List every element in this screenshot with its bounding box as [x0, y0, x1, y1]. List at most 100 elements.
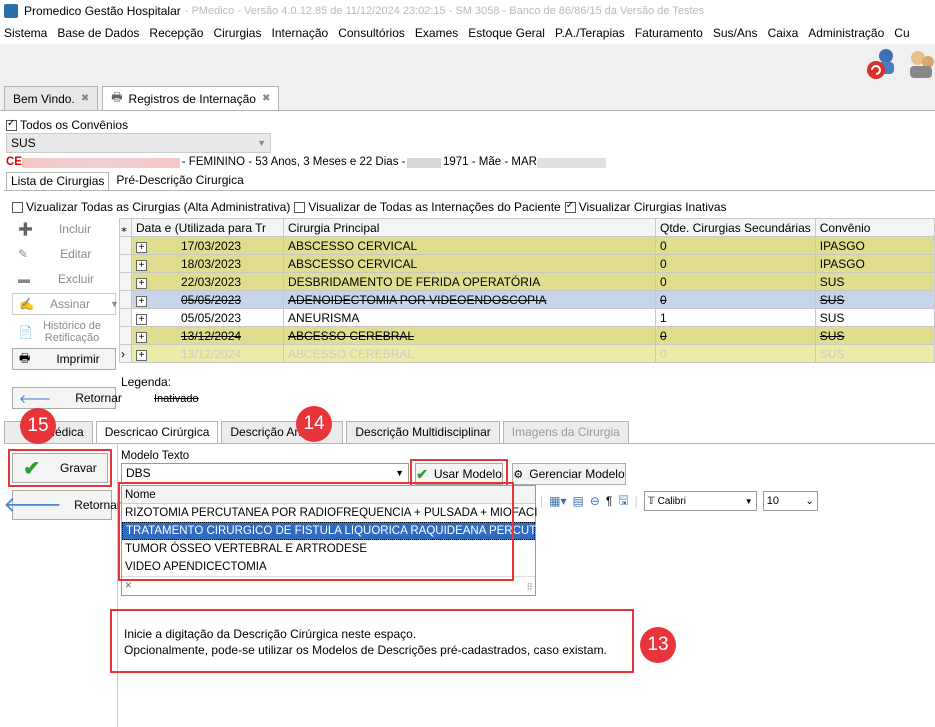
cell-qtde: 0 — [655, 236, 816, 255]
convenio-select[interactable]: SUS ▼ — [6, 133, 271, 153]
col-cirurgia[interactable]: Cirurgia Principal — [283, 218, 656, 237]
table-row[interactable]: +05/05/2023 ANEURISMA 1 SUS — [119, 308, 935, 327]
cell-cirurgia: ABSCESSO CERVICAL — [283, 254, 656, 273]
tab-registros-internacao[interactable]: 🖶 Registros de Internação ✖ — [102, 86, 280, 110]
circle-icon[interactable]: ⊖ — [590, 494, 600, 508]
arrow-left-icon: 🡐 — [3, 492, 63, 517]
tab-lista-cirurgias[interactable]: Lista de Cirurgias — [6, 172, 110, 190]
checkbox-icon[interactable] — [564, 200, 576, 213]
expand-icon[interactable]: + — [136, 313, 147, 325]
gerenciar-modelo-button[interactable]: ⚙ Gerenciar Modelo — [512, 463, 626, 485]
users-icon[interactable] — [908, 46, 935, 82]
cell-convenio: IPASGO — [814, 254, 935, 273]
signature-icon: ✍ — [19, 297, 34, 311]
ruler-icon[interactable]: ▤ — [573, 494, 584, 508]
expand-icon[interactable]: + — [136, 295, 147, 307]
patient-year: 1971 - Mãe - MAR — [443, 156, 537, 168]
menu-cu[interactable]: Cu — [894, 26, 909, 40]
opt-cirurgias-inativas[interactable]: Visualizar Cirurgias Inativas — [579, 200, 727, 214]
col-qtde[interactable]: Qtde. Cirurgias Secundárias — [655, 218, 816, 237]
switch-user-icon[interactable] — [864, 46, 900, 82]
retornar-label: Retornar — [75, 391, 122, 405]
col-convenio[interactable]: Convênio — [814, 218, 935, 237]
expand-icon[interactable]: + — [136, 331, 147, 343]
modelo-texto-value: DBS — [126, 466, 151, 480]
menu-internacao[interactable]: Internação — [271, 26, 328, 40]
table-row[interactable]: +05/05/2023 ADENOIDECTOMIA POR VIDEOENDO… — [119, 290, 935, 309]
table-row[interactable]: +17/03/2023 ABSCESSO CERVICAL 0 IPASGO — [119, 236, 935, 255]
imprimir-button[interactable]: 🖶 Imprimir — [12, 348, 116, 370]
tab-imagens-cirurgia[interactable]: Imagens da Cirurgia — [502, 421, 629, 443]
menu-administracao[interactable]: Administração — [808, 26, 884, 40]
checkbox-icon[interactable] — [294, 201, 306, 213]
surgeries-table: ⁎ Data e (Utilizada para Tr Cirurgia Pri… — [119, 218, 935, 363]
table-icon[interactable]: ▦▾ — [549, 494, 566, 508]
date-text: 05/05/2023 — [181, 292, 242, 307]
resize-grip-icon[interactable]: ⠿ — [526, 582, 533, 593]
menu-sistema[interactable]: Sistema — [4, 26, 47, 40]
opt-todas-cirurgias[interactable]: Vizualizar Todas as Cirurgias (Alta Admi… — [26, 200, 290, 214]
highlight-dropdown — [118, 482, 514, 581]
table-row[interactable]: +13/12/2024 ABCESSO CEREBRAL 0 SUS — [119, 326, 935, 345]
history-icon: 📄 — [18, 325, 33, 339]
chevron-down-icon: ▼ — [109, 299, 119, 309]
row-indicator — [119, 236, 132, 255]
table-row[interactable]: › +13/12/2024 ABCESSO CEREBRAL 0 SUS — [119, 344, 935, 363]
tab-pre-descricao[interactable]: Pré-Descrição Cirurgica — [112, 172, 247, 190]
font-select[interactable]: 𝕋 Calibri ▼ — [643, 491, 757, 511]
col-data[interactable]: Data e (Utilizada para Tr — [131, 218, 284, 237]
current-row-indicator: › — [119, 344, 132, 363]
chevron-down-icon: ⌄ — [805, 495, 814, 507]
todos-convenios-checkbox[interactable]: Todos os Convênios — [6, 118, 128, 132]
menu-pa-terapias[interactable]: P.A./Terapias — [555, 26, 625, 40]
menu-base-dados[interactable]: Base de Dados — [57, 26, 139, 40]
patient-prefix: CE — [6, 156, 22, 168]
menu-caixa[interactable]: Caixa — [768, 26, 799, 40]
editor-toolbar: | ▦▾ ▤ ⊖ ¶ 🖫 | 𝕋 Calibri ▼ 10 ⌄ — [540, 490, 935, 512]
step-badge-14: 14 — [296, 406, 332, 442]
font-size-select[interactable]: 10 ⌄ — [762, 491, 818, 511]
tab-descricao-cirurgica[interactable]: Descricao Cirúrgica — [95, 421, 219, 443]
mother-redacted — [536, 158, 606, 168]
checkbox-icon[interactable] — [12, 201, 23, 213]
retornar-top-button[interactable]: 🡐 Retornar — [12, 387, 122, 409]
tab-descricao-multidisciplinar[interactable]: Descrição Multidisciplinar — [346, 421, 500, 443]
step-badge-13: 13 — [640, 627, 676, 663]
incluir-button[interactable]: ➕ Incluir — [12, 218, 116, 240]
cell-cirurgia: ANEURISMA — [283, 308, 656, 327]
menu-estoque[interactable]: Estoque Geral — [468, 26, 545, 40]
expand-icon[interactable]: + — [136, 259, 147, 271]
modelo-texto-select[interactable]: DBS ▼ — [121, 463, 409, 483]
close-icon[interactable]: ✖ — [262, 93, 270, 104]
menu-cirurgias[interactable]: Cirurgias — [213, 26, 261, 40]
main-tabs: Bem Vindo. ✖ 🖶 Registros de Internação ✖ — [4, 86, 283, 110]
excluir-button[interactable]: ▬ Excluir — [12, 268, 116, 290]
editar-button[interactable]: ✎ Editar — [12, 243, 116, 265]
menu-recepcao[interactable]: Recepção — [149, 26, 203, 40]
gerenciar-modelo-label: Gerenciar Modelo — [529, 467, 625, 481]
expand-icon[interactable]: + — [136, 241, 147, 253]
assinar-button[interactable]: ✍ Assinar ▼ — [12, 293, 119, 315]
date-text: 22/03/2023 — [181, 274, 242, 289]
opt-todas-internacoes[interactable]: Visualizar de Todas as Internações do Pa… — [308, 200, 560, 214]
cell-qtde: 0 — [655, 326, 816, 345]
table-row[interactable]: +22/03/2023 DESBRIDAMENTO DE FERIDA OPER… — [119, 272, 935, 291]
highlight-gravar — [8, 449, 112, 487]
table-row[interactable]: +18/03/2023 ABSCESSO CERVICAL 0 IPASGO — [119, 254, 935, 273]
tab-bem-vindo[interactable]: Bem Vindo. ✖ — [4, 86, 99, 110]
patient-info: CE - FEMININO - 53 Anos, 3 Meses e 22 Di… — [6, 156, 606, 170]
save-icon[interactable]: 🖫 — [618, 491, 628, 512]
pilcrow-icon[interactable]: ¶ — [606, 494, 612, 508]
retornar-button[interactable]: 🡐 Retornar — [3, 490, 121, 520]
cell-cirurgia: DESBRIDAMENTO DE FERIDA OPERATÓRIA — [283, 272, 656, 291]
expand-icon[interactable]: + — [136, 349, 147, 361]
menu-faturamento[interactable]: Faturamento — [635, 26, 703, 40]
chevron-down-icon: ▼ — [744, 496, 753, 506]
menu-sus-ans[interactable]: Sus/Ans — [713, 26, 758, 40]
menu-consultorios[interactable]: Consultórios — [338, 26, 405, 40]
historico-button[interactable]: 📄 Histórico de Retificação — [12, 318, 116, 346]
menu-exames[interactable]: Exames — [415, 26, 458, 40]
expand-icon[interactable]: + — [136, 277, 147, 289]
close-icon[interactable]: ✖ — [81, 93, 89, 104]
date-text: 18/03/2023 — [181, 256, 242, 271]
